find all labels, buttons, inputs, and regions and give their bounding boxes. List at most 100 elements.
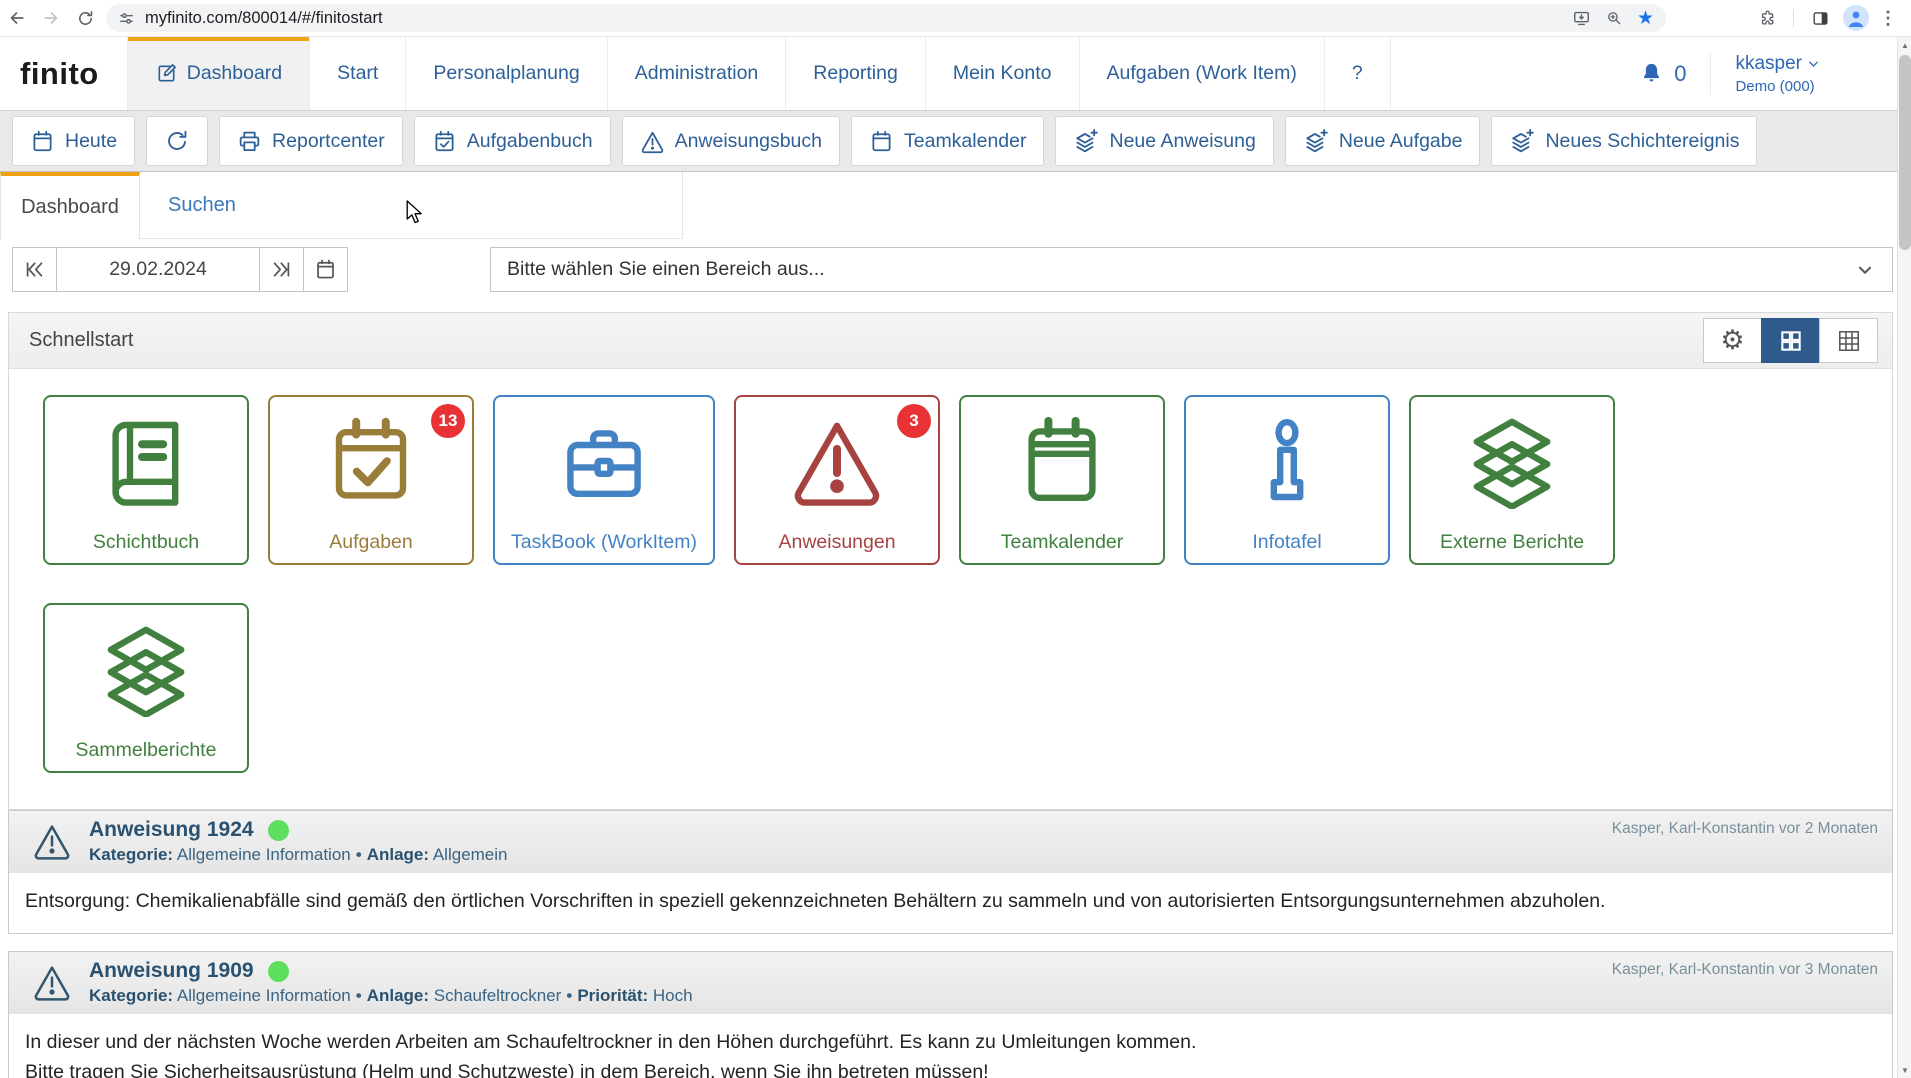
previous-day-button[interactable] (12, 247, 57, 292)
profile-avatar[interactable] (1843, 5, 1869, 31)
tile-label: Sammelberichte (76, 739, 217, 762)
toolbar-label: Neue Anweisung (1109, 130, 1255, 153)
neue-aufgabe-button[interactable]: Neue Aufgabe (1285, 116, 1481, 166)
nav-label: Mein Konto (953, 62, 1052, 85)
meta-separator: • (351, 845, 367, 864)
nav-item-start[interactable]: Start (310, 37, 406, 110)
nav-label: Aufgaben (Work Item) (1107, 62, 1297, 85)
scroll-up-icon[interactable]: ▲ (1898, 37, 1911, 53)
scroll-down-icon[interactable]: ▼ (1898, 1062, 1911, 1078)
date-field[interactable]: 29.02.2024 (56, 247, 260, 292)
tile-taskbook-workitem[interactable]: TaskBook (WorkItem) (493, 395, 715, 565)
teamkalender-button[interactable]: Teamkalender (851, 116, 1044, 166)
next-day-button[interactable] (259, 247, 304, 292)
tile-schichtbuch[interactable]: Schichtbuch (43, 395, 249, 565)
nav-item-reporting[interactable]: Reporting (786, 37, 926, 110)
address-bar[interactable]: myfinito.com/800014/#/finitostart ★ (106, 4, 1666, 32)
mouse-cursor (404, 200, 426, 224)
area-select-value: Bitte wählen Sie einen Bereich aus... (507, 258, 825, 281)
meta-separator: • (561, 986, 577, 1005)
instruction-entry-1924[interactable]: Anweisung 1924 Kategorie: Allgemeine Inf… (8, 810, 1893, 934)
nav-item-mein-konto[interactable]: Mein Konto (926, 37, 1080, 110)
layers-icon (98, 621, 194, 717)
notifications-button[interactable]: 0 (1615, 61, 1710, 87)
grid-3x3-icon (1836, 328, 1862, 354)
quickstart-title: Schnellstart (29, 329, 134, 352)
extensions-icon[interactable] (1750, 3, 1784, 33)
calendar-check-icon (323, 413, 419, 509)
user-menu[interactable]: kkasper Demo (000) (1710, 53, 1831, 95)
forward-icon[interactable] (34, 3, 68, 33)
nav-item-administration[interactable]: Administration (608, 37, 787, 110)
tile-teamkalender[interactable]: Teamkalender (959, 395, 1165, 565)
nav-label: Personalplanung (433, 62, 579, 85)
site-info-icon (118, 10, 135, 27)
zoom-icon[interactable] (1605, 9, 1623, 27)
browser-menu-icon[interactable]: ⋮ (1875, 9, 1901, 27)
layers-icon (1464, 413, 1560, 509)
reportcenter-button[interactable]: Reportcenter (219, 116, 403, 166)
aufgabenbuch-button[interactable]: Aufgabenbuch (414, 116, 611, 166)
tile-label: Anweisungen (778, 531, 895, 554)
settings-button[interactable]: ⚙ (1703, 318, 1762, 363)
meta-separator: • (351, 986, 367, 1005)
heute-button[interactable]: Heute (12, 116, 135, 166)
book-icon (98, 413, 194, 509)
refresh-icon (164, 128, 190, 154)
tab-dashboard[interactable]: Dashboard (0, 172, 140, 239)
vertical-scrollbar[interactable]: ▲ ▼ (1897, 37, 1911, 1078)
warning-triangle-icon (31, 821, 73, 861)
warning-triangle-icon (640, 129, 665, 154)
gear-icon: ⚙ (1720, 327, 1744, 354)
area-select[interactable]: Bitte wählen Sie einen Bereich aus... (490, 247, 1893, 292)
edit-icon (155, 62, 178, 85)
entry-title: Anweisung 1924 (89, 818, 254, 842)
bookmark-star-icon[interactable]: ★ (1637, 9, 1654, 28)
tile-anweisungen[interactable]: 3 Anweisungen (734, 395, 940, 565)
reload-icon[interactable] (68, 3, 102, 33)
divider (1793, 9, 1794, 27)
warning-triangle-icon (789, 413, 885, 509)
instruction-entry-1909[interactable]: Anweisung 1909 Kategorie: Allgemeine Inf… (8, 951, 1893, 1078)
grid-2x2-icon (1778, 328, 1804, 354)
nav-item-dashboard[interactable]: Dashboard (127, 37, 310, 110)
tile-label: Infotafel (1252, 531, 1321, 554)
quickstart-header: Schnellstart ⚙ (9, 313, 1892, 369)
anweisungsbuch-button[interactable]: Anweisungsbuch (622, 116, 840, 166)
entry-body-line: Entsorgung: Chemikalienabfälle sind gemä… (25, 886, 1876, 916)
nav-label: ? (1352, 62, 1363, 85)
neues-schichtereignis-button[interactable]: Neues Schichtereignis (1491, 116, 1757, 166)
tile-label: Aufgaben (329, 531, 413, 554)
nav-item-aufgaben-workitem[interactable]: Aufgaben (Work Item) (1080, 37, 1325, 110)
refresh-button[interactable] (146, 116, 208, 166)
app-header: finito Dashboard Start Personalplanung A… (0, 37, 1911, 110)
entry-author: Kasper, Karl-Konstantin vor 3 Monaten (1612, 959, 1878, 1006)
side-panel-icon[interactable] (1803, 3, 1837, 33)
notification-count: 0 (1674, 61, 1686, 87)
back-icon[interactable] (0, 3, 34, 33)
grid-large-view-button[interactable] (1761, 318, 1820, 363)
tile-externe-berichte[interactable]: Externe Berichte (1409, 395, 1615, 565)
toolbar-label: Anweisungsbuch (675, 130, 822, 153)
install-icon[interactable] (1572, 9, 1591, 28)
tile-label: TaskBook (WorkItem) (511, 531, 697, 554)
warning-triangle-icon (31, 962, 73, 1002)
tile-aufgaben[interactable]: 13 Aufgaben (268, 395, 474, 565)
nav-label: Reporting (813, 62, 898, 85)
nav-label: Administration (635, 62, 759, 85)
tile-infotafel[interactable]: Infotafel (1184, 395, 1390, 565)
url-text: myfinito.com/800014/#/finitostart (145, 9, 383, 28)
nav-item-help[interactable]: ? (1325, 37, 1391, 110)
calendar-picker-button[interactable] (303, 247, 348, 292)
scrollbar-thumb[interactable] (1899, 55, 1911, 250)
calendar-icon (314, 258, 337, 281)
entry-body: Entsorgung: Chemikalienabfälle sind gemä… (9, 873, 1892, 933)
user-tenant: Demo (000) (1735, 78, 1821, 95)
status-dot (268, 961, 289, 982)
status-dot (268, 820, 289, 841)
tile-label: Schichtbuch (93, 531, 199, 554)
neue-anweisung-button[interactable]: Neue Anweisung (1055, 116, 1273, 166)
grid-small-view-button[interactable] (1819, 318, 1878, 363)
tile-sammelberichte[interactable]: Sammelberichte (43, 603, 249, 773)
nav-item-personalplanung[interactable]: Personalplanung (406, 37, 607, 110)
